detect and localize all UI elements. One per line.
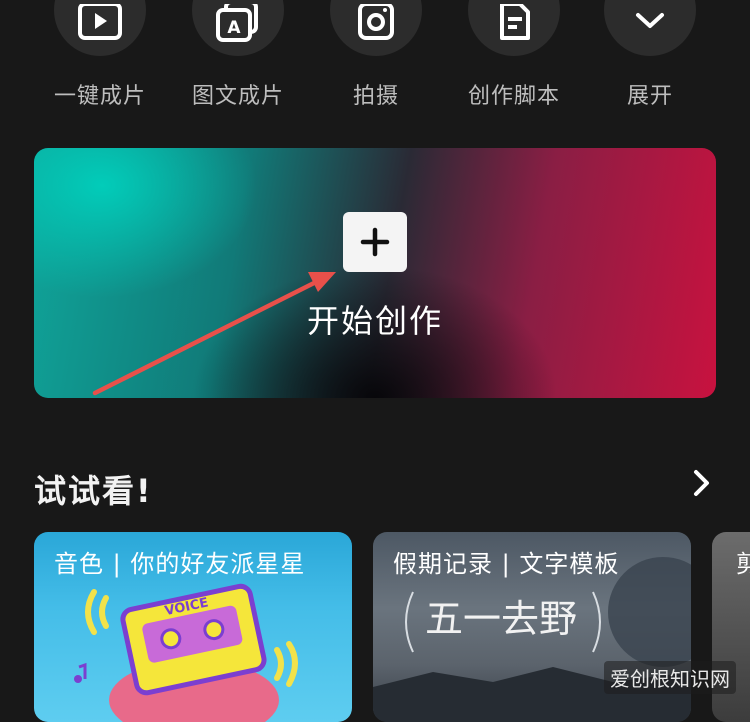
card-title: 假期记录 | 文字模板	[393, 550, 620, 578]
site-watermark: 爱创根知识网	[604, 661, 736, 694]
card-title: 音色 | 你的好友派星星	[54, 550, 306, 578]
poster-text: 五一去野	[425, 597, 577, 641]
card-title: 剪	[736, 550, 750, 578]
chevron-right-icon[interactable]	[688, 468, 714, 498]
template-card-voice[interactable]: VOICE 音色 | 你的好友派星星	[34, 532, 352, 722]
try-section-title: 试试看!	[34, 472, 153, 510]
